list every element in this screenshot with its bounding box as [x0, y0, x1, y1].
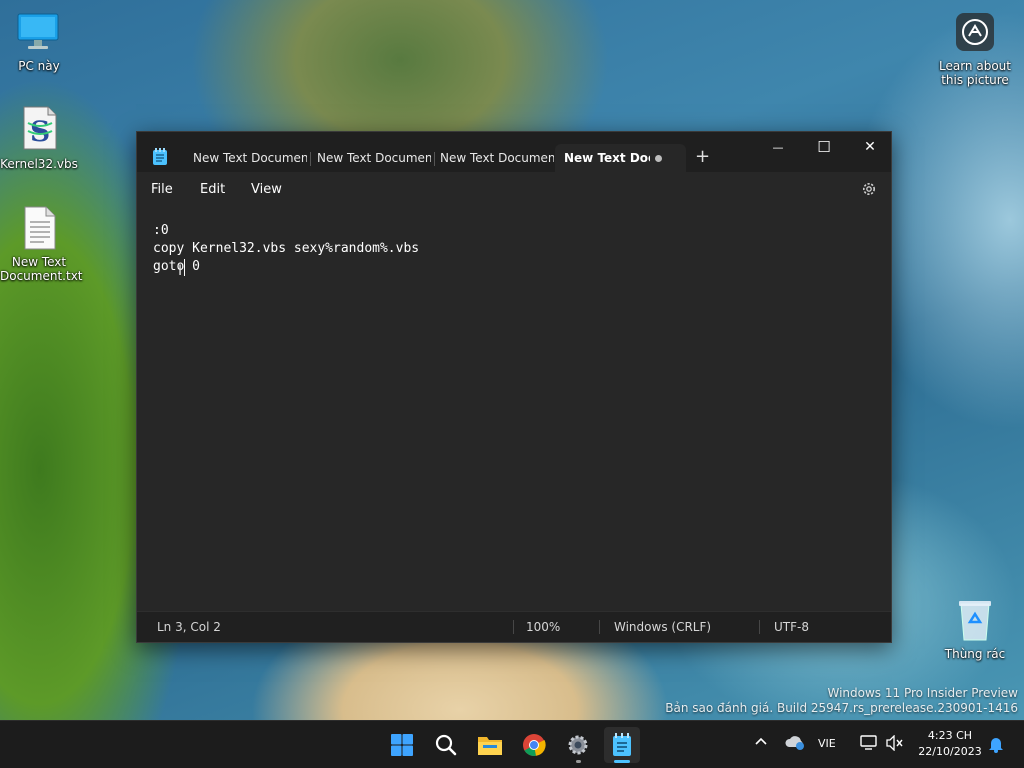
notepad-icon[interactable] [604, 727, 640, 763]
onedrive-icon[interactable] [784, 734, 806, 753]
tab-label: New Text Document. [193, 151, 307, 165]
notepad-window: New Text Document. New Text Document. Ne… [136, 131, 892, 643]
chrome-icon[interactable] [516, 727, 552, 763]
unsaved-dot-icon[interactable] [655, 155, 662, 162]
notepad-app-icon [153, 148, 167, 168]
tab-document-2[interactable]: New Text Document. [311, 144, 431, 172]
active-indicator [614, 760, 630, 763]
tab-label: New Text Document. [317, 151, 431, 165]
settings-gear-icon[interactable] [861, 181, 877, 200]
network-status-icon[interactable] [860, 735, 878, 754]
tab-document-1[interactable]: New Text Document. [187, 144, 307, 172]
search-icon[interactable] [428, 727, 464, 763]
maximize-button[interactable]: ☐ [801, 132, 847, 162]
status-bar: Ln 3, Col 2 100% Windows (CRLF) UTF-8 [137, 611, 891, 642]
svg-text:S: S [30, 115, 50, 148]
menu-view[interactable]: View [251, 182, 282, 197]
close-icon: ✕ [864, 139, 876, 155]
volume-muted-icon[interactable] [886, 734, 904, 754]
input-language[interactable]: VIE [818, 737, 836, 750]
zoom-level[interactable]: 100% [526, 620, 560, 634]
running-indicator [576, 760, 581, 763]
cursor-position: Ln 3, Col 2 [157, 620, 221, 634]
learn-about-picture-label: Learn about this picture [939, 59, 1011, 87]
minimize-icon: — [772, 140, 784, 154]
text-editor[interactable]: :0 copy Kernel32.vbs sexy%random%.vbs go… [137, 210, 891, 610]
notification-bell-icon[interactable] [988, 735, 1004, 756]
clock-time[interactable]: 4:23 CH [912, 729, 988, 742]
tab-document-3[interactable]: New Text Document. [434, 144, 554, 172]
title-bar[interactable]: New Text Document. New Text Document. Ne… [137, 132, 891, 172]
new-tab-button[interactable]: + [695, 146, 710, 168]
recycle-bin-icon[interactable] [955, 598, 995, 642]
recycle-bin-label: Thùng rác [944, 647, 1006, 661]
minimize-button[interactable]: — [755, 132, 801, 162]
text-line-1: :0 [153, 223, 169, 238]
status-divider [513, 620, 514, 634]
close-button[interactable]: ✕ [847, 132, 893, 162]
menu-file[interactable]: File [151, 182, 173, 197]
vbs-script-icon[interactable]: S [20, 105, 60, 151]
clock-date[interactable]: 22/10/2023 [912, 745, 988, 758]
maximize-icon: ☐ [817, 138, 831, 156]
encoding[interactable]: UTF-8 [774, 620, 809, 634]
menu-bar: File Edit View [137, 172, 891, 210]
tab-label: New Text Docu [564, 151, 650, 165]
taskbar: VIE 4:23 CH 22/10/2023 [0, 720, 1024, 768]
start-icon[interactable] [384, 727, 420, 763]
text-line-3: goto 0 [153, 259, 200, 274]
line-ending[interactable]: Windows (CRLF) [614, 620, 711, 634]
status-divider [759, 620, 760, 634]
tab-label: New Text Document. [440, 151, 554, 165]
text-line-2: copy Kernel32.vbs sexy%random%.vbs [153, 241, 420, 256]
vbs-script-label: Kernel32.vbs [0, 157, 78, 171]
tab-document-active[interactable]: New Text Docu [555, 144, 686, 172]
text-caret [184, 259, 185, 276]
status-divider [599, 620, 600, 634]
this-pc-label: PC này [18, 59, 60, 73]
text-file-icon[interactable] [22, 205, 58, 251]
build-watermark-line1: Windows 11 Pro Insider Preview [827, 686, 1018, 700]
text-file-label: New Text Document.txt [0, 255, 83, 283]
build-watermark-line2: Bản sao đánh giá. Build 25947.rs_prerele… [665, 701, 1018, 715]
this-pc-icon[interactable] [16, 12, 60, 52]
settings-icon[interactable] [560, 727, 596, 763]
menu-edit[interactable]: Edit [200, 182, 225, 197]
learn-about-picture-icon[interactable] [955, 12, 995, 52]
i-beam-cursor-icon: I [178, 263, 183, 279]
file-explorer-icon[interactable] [472, 727, 508, 763]
chevron-up-icon[interactable] [754, 735, 768, 752]
